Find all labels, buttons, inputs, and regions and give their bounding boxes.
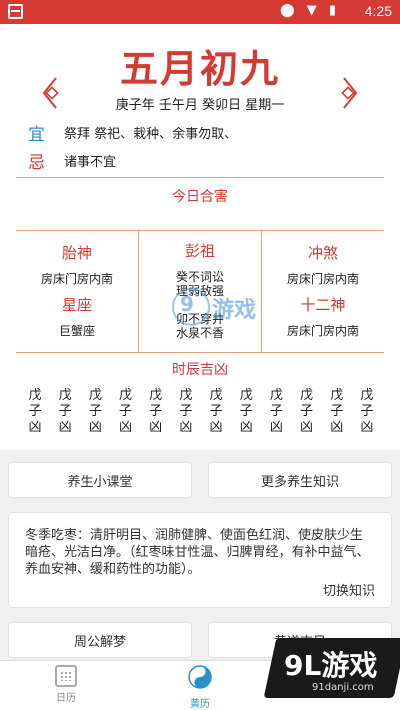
shichen-char: 戊 — [360, 388, 374, 403]
shichen-char: 凶 — [149, 420, 163, 435]
shichen-item: 戊子凶 — [267, 388, 285, 436]
tab-calendar-label: 日历 — [56, 693, 76, 704]
ganzhi-date-line: 庚子年 壬午月 癸卯日 星期一 — [115, 98, 285, 113]
watermark-text: 游戏 — [212, 298, 257, 323]
shichen-char: 戊 — [330, 388, 344, 403]
ji-text: 诸事不宜 — [64, 154, 117, 170]
shichen-char: 子 — [209, 404, 223, 419]
shichen-item: 戊子凶 — [56, 388, 74, 436]
shichen-char: 凶 — [269, 420, 283, 435]
shiershen-text: 房床门房内南 — [286, 324, 359, 338]
shichen-char: 凶 — [300, 420, 314, 435]
shichen-item: 戊子凶 — [207, 388, 225, 436]
shichen-char: 凶 — [239, 420, 253, 435]
status-bar: ⬤ ▼ ▮ 4:25 — [0, 0, 400, 24]
shichen-item: 戊子凶 — [86, 388, 104, 436]
more-health-button[interactable]: 更多养生知识 — [208, 462, 392, 498]
shichen-char: 戊 — [179, 388, 193, 403]
corner-watermark: 9L游戏 91danji.com — [263, 624, 400, 710]
shichen-char: 戊 — [88, 388, 102, 403]
divider — [16, 352, 384, 353]
shichen-char: 凶 — [330, 420, 344, 435]
shichen-char: 戊 — [209, 388, 223, 403]
shichen-char: 凶 — [179, 420, 193, 435]
watermark-num: 9 — [180, 292, 194, 316]
shichen-char: 子 — [239, 404, 253, 419]
shichen-char: 子 — [179, 404, 193, 419]
taishen-text: 房床门房内南 — [40, 272, 113, 286]
shichen-char: 凶 — [119, 420, 133, 435]
health-knowledge-card: 冬季吃枣：清肝明目、润肺健脾、使面色红润、使皮肤少生暗疮、光洁白净。（红枣味甘性… — [8, 512, 392, 608]
shichen-item: 戊子凶 — [26, 388, 44, 436]
shichen-list: 戊子凶戊子凶戊子凶戊子凶戊子凶戊子凶戊子凶戊子凶戊子凶戊子凶戊子凶戊子凶 — [26, 388, 376, 436]
shichen-item: 戊子凶 — [237, 388, 255, 436]
shichen-char: 戊 — [119, 388, 133, 403]
zhougong-button[interactable]: 周公解梦 — [8, 622, 192, 658]
xingzuo-text: 巨蟹座 — [58, 324, 95, 338]
shichen-char: 凶 — [58, 420, 72, 435]
shichen-char: 子 — [28, 404, 42, 419]
ji-row: 忌 诸事不宜 — [28, 148, 117, 173]
today-harm-title: 今日合害 — [172, 189, 228, 205]
knowledge-text: 冬季吃枣：清肝明目、润肺健脾、使面色红润、使皮肤少生暗疮、光洁白净。（红枣味甘性… — [25, 528, 370, 577]
shichen-char: 子 — [330, 404, 344, 419]
yi-text: 祭拜 祭祀、栽种、余事勿取、 — [64, 126, 238, 142]
health-class-button[interactable]: 养生小课堂 — [8, 462, 192, 498]
shichen-char: 子 — [119, 404, 133, 419]
pengzu-title: 彭祖 — [184, 242, 215, 260]
shichen-char: 戊 — [300, 388, 314, 403]
calendar-icon — [55, 665, 77, 687]
shichen-char: 凶 — [209, 420, 223, 435]
tab-calendar[interactable]: 日历 — [26, 665, 106, 704]
lunar-date-title: 五月初九 — [119, 46, 280, 91]
xingzuo-title: 星座 — [61, 296, 92, 314]
pengzu-line: 水泉不香 — [175, 326, 224, 340]
shichen-char: 戊 — [149, 388, 163, 403]
pengzu-line: 癸不词讼 — [175, 270, 224, 284]
chongsha-text: 房床门房内南 — [286, 272, 359, 286]
shichen-item: 戊子凶 — [298, 388, 316, 436]
shichen-char: 凶 — [28, 420, 42, 435]
shichen-char: 凶 — [88, 420, 102, 435]
shichen-char: 凶 — [360, 420, 374, 435]
shichen-char: 子 — [269, 404, 283, 419]
switch-knowledge-button[interactable]: 切换知识 — [323, 580, 375, 599]
shichen-char: 子 — [149, 404, 163, 419]
site-watermark: 9 游戏 — [172, 286, 282, 326]
health-button-row: 养生小课堂 更多养生知识 — [0, 462, 400, 498]
shichen-item: 戊子凶 — [147, 388, 165, 436]
ji-label: 忌 — [28, 152, 45, 173]
status-icons: ⬤ ▼ ▮ — [280, 3, 340, 18]
almanac-card: 五月初九 庚子年 壬午月 癸卯日 星期一 宜 祭拜 祭祀、栽种、余事勿取、 忌 … — [0, 24, 400, 450]
tab-huangli[interactable]: 黄历 — [160, 665, 240, 710]
tab-huangli-label: 黄历 — [190, 699, 210, 710]
shichen-title: 时辰吉凶 — [172, 362, 228, 378]
divider — [16, 177, 384, 178]
shichen-char: 子 — [360, 404, 374, 419]
shichen-char: 戊 — [58, 388, 72, 403]
taishen-title: 胎神 — [61, 244, 92, 262]
shichen-item: 戊子凶 — [177, 388, 195, 436]
yin-yang-icon — [188, 665, 212, 689]
watermark-url: 91danji.com — [312, 682, 374, 693]
status-time: 4:25 — [364, 3, 392, 19]
shichen-item: 戊子凶 — [328, 388, 346, 436]
shichen-item: 戊子凶 — [117, 388, 135, 436]
yi-row: 宜 祭拜 祭祀、栽种、余事勿取、 — [28, 120, 238, 145]
shichen-char: 子 — [88, 404, 102, 419]
shichen-char: 戊 — [239, 388, 253, 403]
shichen-char: 戊 — [269, 388, 283, 403]
shichen-char: 戊 — [28, 388, 42, 403]
chongsha-title: 冲煞 — [307, 244, 338, 262]
shichen-char: 子 — [58, 404, 72, 419]
yi-label: 宜 — [28, 124, 45, 145]
shichen-char: 子 — [300, 404, 314, 419]
notification-icon — [8, 4, 23, 19]
shichen-item: 戊子凶 — [358, 388, 376, 436]
watermark-brand: 9L游戏 — [284, 649, 378, 682]
